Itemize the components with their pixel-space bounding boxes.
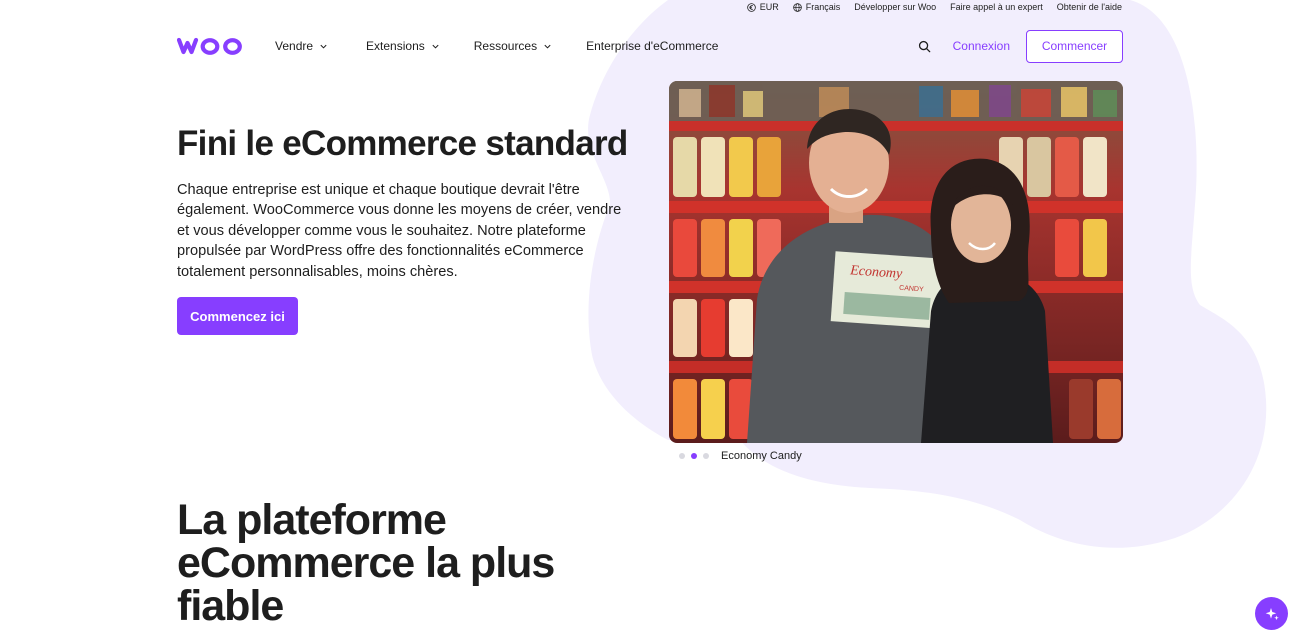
- hero-photo: Economy CANDY: [669, 81, 1123, 443]
- developers-label: Développer sur Woo: [854, 2, 937, 12]
- nav-links: Vendre Extensions Ressources Enterprise …: [275, 39, 718, 53]
- nav-item-label: Extensions: [366, 39, 425, 53]
- chevron-down-icon: [432, 44, 439, 49]
- nav-item-label: Enterprise d'eCommerce: [586, 39, 719, 53]
- nav-item-extensions[interactable]: Extensions: [366, 39, 440, 53]
- ai-assistant-button[interactable]: [1255, 597, 1288, 630]
- hero-description: Chaque entreprise est unique et chaque b…: [177, 182, 622, 280]
- get-help-label: Obtenir de l'aide: [1056, 2, 1122, 12]
- currency-selector[interactable]: EUR: [746, 2, 779, 12]
- hire-expert-link[interactable]: Faire appel à un expert: [950, 2, 1043, 12]
- carousel-dot-active[interactable]: [691, 453, 697, 459]
- start-here-button[interactable]: Commencez ici: [177, 297, 298, 335]
- language-selector[interactable]: Français: [793, 2, 841, 12]
- photo-caption: Economy Candy: [721, 450, 802, 462]
- sparkle-icon: [1265, 607, 1279, 620]
- main-nav: Vendre Extensions Ressources Enterprise …: [177, 29, 1123, 63]
- language-label: Français: [805, 2, 841, 12]
- carousel-indicators: Economy Candy: [679, 450, 802, 462]
- hero-title: Fini le eCommerce standard: [177, 124, 628, 163]
- nav-actions: Connexion Commencer: [917, 29, 1123, 63]
- search-icon: [919, 40, 931, 52]
- utility-bar: EUR Français Développer sur Woo Faire ap…: [746, 0, 1122, 14]
- hire-expert-label: Faire appel à un expert: [950, 2, 1043, 12]
- start-button[interactable]: Commencer: [1026, 29, 1123, 63]
- search-button[interactable]: [917, 38, 933, 54]
- candy-store-couple-image: Economy CANDY: [669, 81, 1123, 443]
- chevron-down-icon: [320, 44, 327, 49]
- developers-link[interactable]: Développer sur Woo: [854, 2, 936, 12]
- carousel-dot[interactable]: [703, 453, 709, 459]
- login-link[interactable]: Connexion: [953, 39, 1010, 53]
- get-help-link[interactable]: Obtenir de l'aide: [1057, 2, 1122, 12]
- carousel-dot[interactable]: [679, 453, 685, 459]
- nav-item-label: Vendre: [275, 39, 314, 53]
- nav-item-enterprise[interactable]: Enterprise d'eCommerce: [586, 39, 718, 53]
- woo-logo[interactable]: [177, 36, 243, 56]
- currency-label: EUR: [759, 2, 779, 12]
- section-title: La plateforme eCommerce la plus fiable: [177, 496, 555, 630]
- globe-icon: [793, 2, 802, 12]
- chevron-down-icon: [544, 44, 551, 49]
- nav-item-ressources[interactable]: Ressources: [474, 39, 552, 53]
- euro-icon: [746, 2, 756, 12]
- nav-item-vendre[interactable]: Vendre: [275, 39, 328, 53]
- nav-item-label: Ressources: [473, 39, 538, 53]
- woo-logo-icon: [177, 37, 242, 55]
